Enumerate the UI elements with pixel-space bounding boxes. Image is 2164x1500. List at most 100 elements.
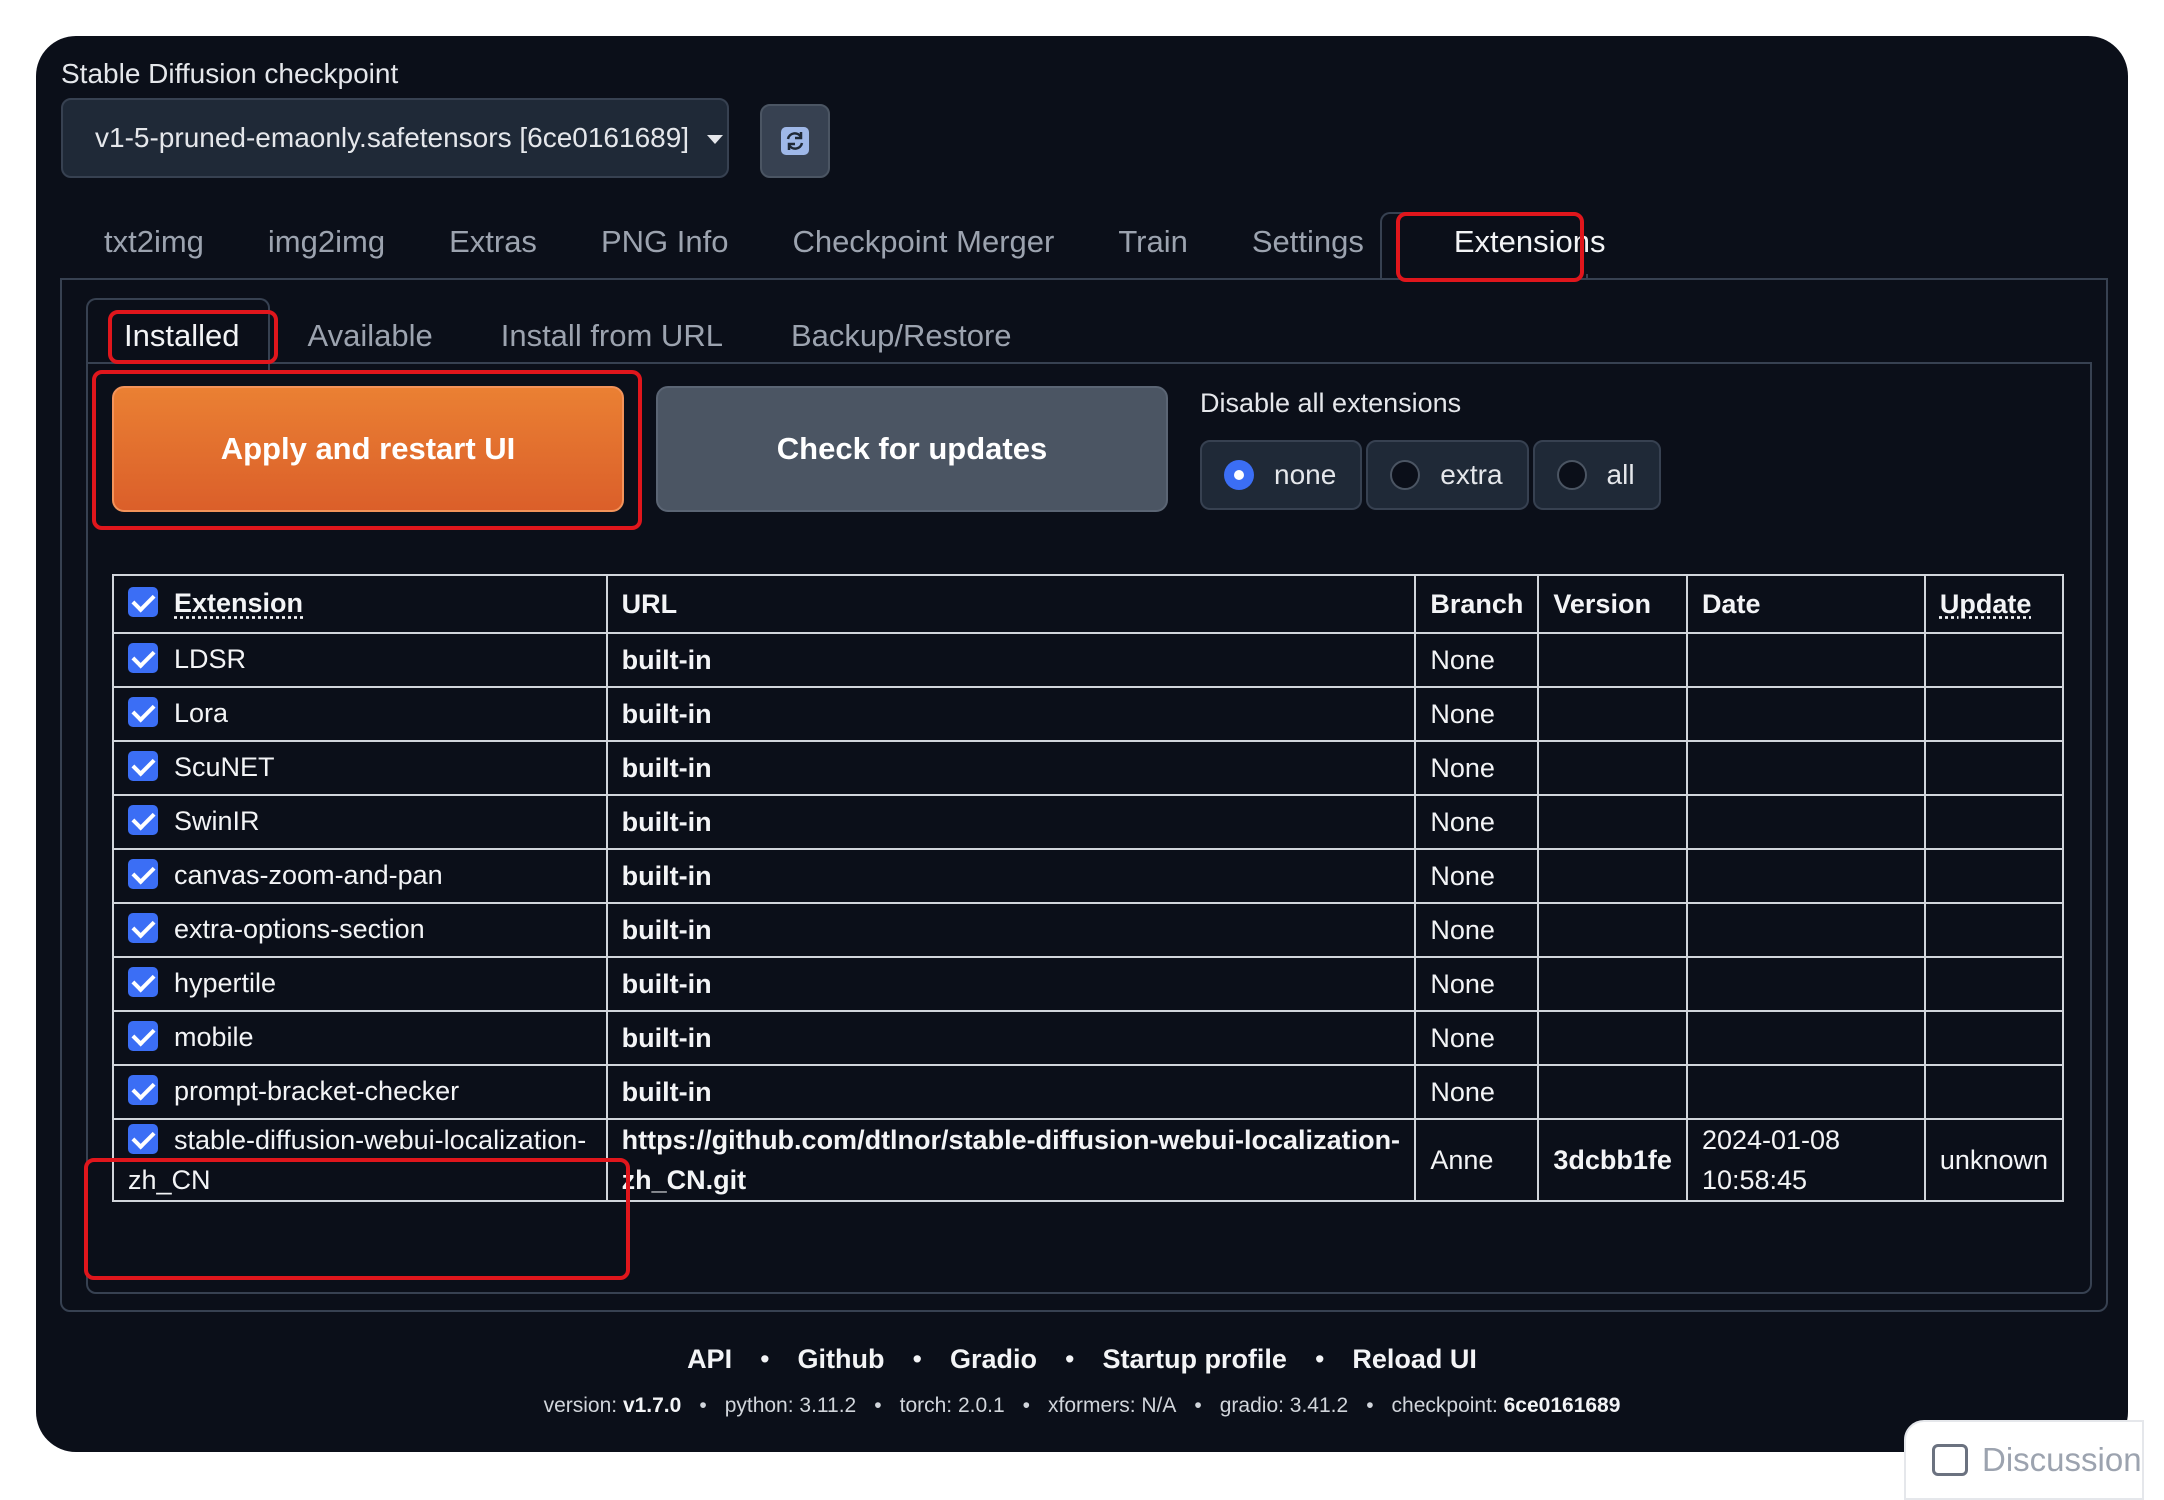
- date-cell: [1685, 848, 1926, 904]
- header-extension[interactable]: Extension: [112, 574, 608, 634]
- footer-link-gradio[interactable]: Gradio: [950, 1344, 1037, 1375]
- table-row: extra-options-section built-in None: [112, 902, 2065, 958]
- tab-settings[interactable]: Settings: [1220, 210, 1396, 274]
- url-cell: built-in: [605, 794, 1417, 850]
- radio-all-label: all: [1606, 459, 1635, 490]
- enable-checkbox-icon[interactable]: [128, 1074, 158, 1105]
- checkpoint-value: v1-5-pruned-emaonly.safetensors [6ce0161…: [95, 122, 690, 153]
- refresh-checkpoint-button[interactable]: [760, 104, 830, 178]
- radio-none[interactable]: none: [1200, 440, 1363, 510]
- version-cell: [1537, 794, 1688, 850]
- tab-extensions[interactable]: Extensions: [1421, 210, 1638, 274]
- branch-cell: None: [1414, 1064, 1540, 1120]
- tab-install-from-url[interactable]: Install from URL: [467, 304, 757, 368]
- extension-name: extra-options-section: [174, 914, 425, 945]
- footer-separator: •: [760, 1344, 770, 1374]
- extension-name: prompt-bracket-checker: [174, 1076, 460, 1107]
- update-cell: [1923, 956, 2065, 1012]
- extension-cell: LDSR: [112, 632, 608, 688]
- url-cell: built-in: [605, 848, 1417, 904]
- extension-name: stable-diffusion-webui-localization-zh_C…: [128, 1125, 587, 1195]
- version-cell: [1537, 956, 1688, 1012]
- extension-name: hypertile: [174, 968, 277, 999]
- extension-cell: extra-options-section: [112, 902, 608, 958]
- tab-backup-restore[interactable]: Backup/Restore: [757, 304, 1046, 368]
- tab-img2img[interactable]: img2img: [236, 210, 417, 274]
- update-cell: [1923, 1064, 2065, 1120]
- footer-link-github[interactable]: Github: [798, 1344, 885, 1375]
- extension-name: SwinIR: [174, 806, 260, 837]
- extension-cell: mobile: [112, 1010, 608, 1066]
- tab-train[interactable]: Train: [1086, 210, 1219, 274]
- footer-versions: version: v1.7.0 • python: 3.11.2 • torch…: [543, 1394, 1621, 1417]
- date-cell: 2024-01-08 10:58:45: [1685, 1118, 1926, 1202]
- select-all-checkbox-icon[interactable]: [128, 586, 158, 617]
- enable-checkbox-icon[interactable]: [128, 858, 158, 889]
- footer-link-startup-profile[interactable]: Startup profile: [1102, 1344, 1287, 1375]
- radio-all[interactable]: all: [1532, 440, 1661, 510]
- main-tab-bar: txt2img img2img Extras PNG Info Checkpoi…: [72, 210, 1638, 274]
- discussion-button[interactable]: Discussion: [1904, 1420, 2144, 1500]
- apply-and-restart-button[interactable]: Apply and restart UI: [112, 386, 624, 512]
- version-cell: [1537, 686, 1688, 742]
- header-date: Date: [1685, 574, 1926, 634]
- branch-cell: None: [1414, 902, 1540, 958]
- tab-txt2img[interactable]: txt2img: [72, 210, 236, 274]
- extension-cell: canvas-zoom-and-pan: [112, 848, 608, 904]
- enable-checkbox-icon[interactable]: [128, 696, 158, 727]
- url-cell: built-in: [605, 1010, 1417, 1066]
- radio-extra[interactable]: extra: [1366, 440, 1529, 510]
- url-cell: built-in: [605, 902, 1417, 958]
- footer-link-reload-ui[interactable]: Reload UI: [1352, 1344, 1477, 1375]
- enable-checkbox-icon[interactable]: [128, 912, 158, 943]
- branch-cell: None: [1414, 740, 1540, 796]
- footer-link-api[interactable]: API: [687, 1344, 732, 1375]
- url-cell: built-in: [605, 686, 1417, 742]
- branch-cell: None: [1414, 794, 1540, 850]
- enable-checkbox-icon[interactable]: [128, 750, 158, 781]
- date-cell: [1685, 686, 1926, 742]
- xformers-info: xformers: N/A: [1048, 1394, 1177, 1417]
- header-branch: Branch: [1414, 574, 1540, 634]
- update-cell: [1923, 794, 2065, 850]
- version-cell: [1537, 1064, 1688, 1120]
- version-cell: [1537, 740, 1688, 796]
- header-url: URL: [605, 574, 1417, 634]
- table-header-row: Extension URL Branch Version Date Update: [112, 574, 2065, 634]
- tab-png-info[interactable]: PNG Info: [569, 210, 761, 274]
- enable-checkbox-icon[interactable]: [128, 1020, 158, 1051]
- tab-installed[interactable]: Installed: [102, 304, 273, 368]
- table-row: ScuNET built-in None: [112, 740, 2065, 796]
- version-cell: [1537, 848, 1688, 904]
- enable-checkbox-icon[interactable]: [128, 966, 158, 997]
- table-row: LDSR built-in None: [112, 632, 2065, 688]
- check-for-updates-button[interactable]: Check for updates: [656, 386, 1168, 512]
- enable-checkbox-icon[interactable]: [128, 642, 158, 673]
- enable-checkbox-icon[interactable]: [128, 1123, 158, 1154]
- url-cell: built-in: [605, 1064, 1417, 1120]
- branch-cell: None: [1414, 632, 1540, 688]
- enable-checkbox-icon[interactable]: [128, 804, 158, 835]
- footer-links: API • Github • Gradio • Startup profile …: [36, 1344, 2128, 1375]
- extension-cell: SwinIR: [112, 794, 608, 850]
- url-cell: built-in: [605, 632, 1417, 688]
- update-cell: [1923, 1010, 2065, 1066]
- disable-extensions-radio-group: none extra all: [1200, 440, 1661, 510]
- extension-name: LDSR: [174, 644, 247, 675]
- extension-name: mobile: [174, 1022, 254, 1053]
- sub-tab-bar: Installed Available Install from URL Bac…: [102, 304, 1046, 368]
- branch-cell: None: [1414, 956, 1540, 1012]
- extension-name: canvas-zoom-and-pan: [174, 860, 443, 891]
- update-cell: unknown: [1923, 1118, 2065, 1202]
- checkpoint-dropdown[interactable]: v1-5-pruned-emaonly.safetensors [6ce0161…: [61, 98, 729, 178]
- url-cell: built-in: [605, 740, 1417, 796]
- tab-checkpoint-merger[interactable]: Checkpoint Merger: [760, 210, 1086, 274]
- tab-available[interactable]: Available: [273, 304, 466, 368]
- table-row: mobile built-in None: [112, 1010, 2065, 1066]
- branch-cell: None: [1414, 848, 1540, 904]
- version-cell: [1537, 632, 1688, 688]
- header-update[interactable]: Update: [1923, 574, 2065, 634]
- tab-extras[interactable]: Extras: [417, 210, 569, 274]
- version-cell: 3dcbb1fe: [1537, 1118, 1688, 1202]
- branch-cell: None: [1414, 686, 1540, 742]
